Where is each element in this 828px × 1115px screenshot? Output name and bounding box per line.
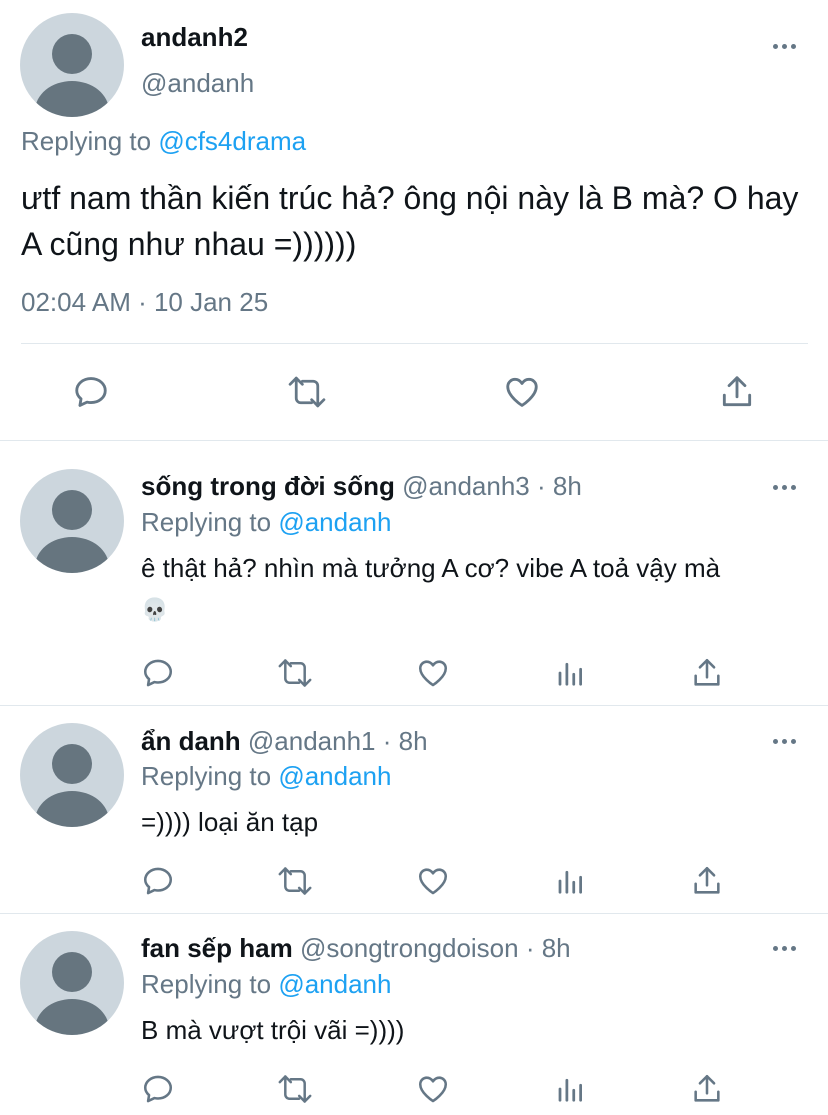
retweet-icon[interactable]	[277, 1072, 313, 1106]
display-name[interactable]: fan sếp ham	[141, 933, 293, 963]
more-icon[interactable]	[773, 739, 796, 744]
replying-to-handle[interactable]: @andanh	[278, 507, 391, 537]
display-name[interactable]: ẩn danh	[141, 726, 241, 756]
share-icon[interactable]	[690, 863, 724, 899]
tweet-text: ưtf nam thần kiến trúc hả? ông nội này l…	[21, 180, 799, 262]
tweet-text: =)))) loại ăn tạp	[141, 807, 319, 837]
more-icon[interactable]	[773, 44, 796, 49]
replying-to: Replying to @andanh	[141, 969, 391, 1000]
retweet-icon[interactable]	[287, 373, 327, 411]
display-name[interactable]: sống trong đời sống	[141, 471, 395, 501]
reply-header: sống trong đời sống @andanh3 · 8h	[141, 471, 582, 502]
retweet-icon[interactable]	[277, 864, 313, 898]
reply-header: fan sếp ham @songtrongdoison · 8h	[141, 933, 571, 964]
more-icon[interactable]	[773, 485, 796, 490]
reply-time[interactable]: · 8h	[526, 933, 571, 963]
replying-to: Replying to @andanh	[141, 507, 391, 538]
avatar[interactable]	[20, 13, 124, 117]
reply-header: ẩn danh @andanh1 · 8h	[141, 726, 428, 757]
tweet-text: B mà vượt trội vãi =))))	[141, 1015, 405, 1045]
replying-to-handle[interactable]: @cfs4drama	[158, 126, 306, 156]
tweet-text: ê thật hả? nhìn mà tưởng A cơ? vibe A to…	[141, 548, 811, 630]
user-handle[interactable]: @andanh3	[402, 471, 530, 501]
heart-icon[interactable]	[502, 373, 542, 411]
share-icon[interactable]	[718, 372, 756, 412]
replying-to-handle[interactable]: @andanh	[278, 761, 391, 791]
more-icon[interactable]	[773, 946, 796, 951]
replying-to: Replying to @andanh	[141, 761, 391, 792]
user-handle[interactable]: @andanh	[141, 68, 254, 99]
analytics-icon[interactable]	[555, 657, 585, 689]
reply-icon[interactable]	[141, 656, 175, 690]
skull-emoji: 💀	[141, 597, 169, 622]
avatar[interactable]	[20, 931, 124, 1035]
reply-icon[interactable]	[72, 373, 110, 411]
heart-icon[interactable]	[416, 656, 450, 690]
avatar[interactable]	[20, 469, 124, 573]
replying-to-label: Replying to	[141, 969, 272, 999]
divider	[0, 705, 828, 706]
divider	[21, 343, 808, 344]
heart-icon[interactable]	[416, 1072, 450, 1106]
replying-to-label: Replying to	[141, 761, 272, 791]
reply-time[interactable]: · 8h	[383, 726, 428, 756]
analytics-icon[interactable]	[555, 1073, 585, 1105]
share-icon[interactable]	[690, 1071, 724, 1107]
tweet-timestamp[interactable]: 02:04 AM · 10 Jan 25	[21, 287, 268, 318]
replying-to-label: Replying to	[141, 507, 272, 537]
avatar[interactable]	[20, 723, 124, 827]
reply-icon[interactable]	[141, 1072, 175, 1106]
reply-icon[interactable]	[141, 864, 175, 898]
user-handle[interactable]: @andanh1	[248, 726, 376, 756]
replying-to: Replying to @cfs4drama	[21, 126, 306, 157]
reply-time[interactable]: · 8h	[537, 471, 582, 501]
replying-to-label: Replying to	[21, 126, 152, 156]
divider	[0, 913, 828, 914]
replying-to-handle[interactable]: @andanh	[278, 969, 391, 999]
analytics-icon[interactable]	[555, 865, 585, 897]
tweet-text-body: ê thật hả? nhìn mà tưởng A cơ? vibe A to…	[141, 553, 721, 583]
divider	[0, 440, 828, 441]
display-name[interactable]: andanh2	[141, 22, 248, 53]
share-icon[interactable]	[690, 655, 724, 691]
user-handle[interactable]: @songtrongdoison	[300, 933, 519, 963]
retweet-icon[interactable]	[277, 656, 313, 690]
heart-icon[interactable]	[416, 864, 450, 898]
